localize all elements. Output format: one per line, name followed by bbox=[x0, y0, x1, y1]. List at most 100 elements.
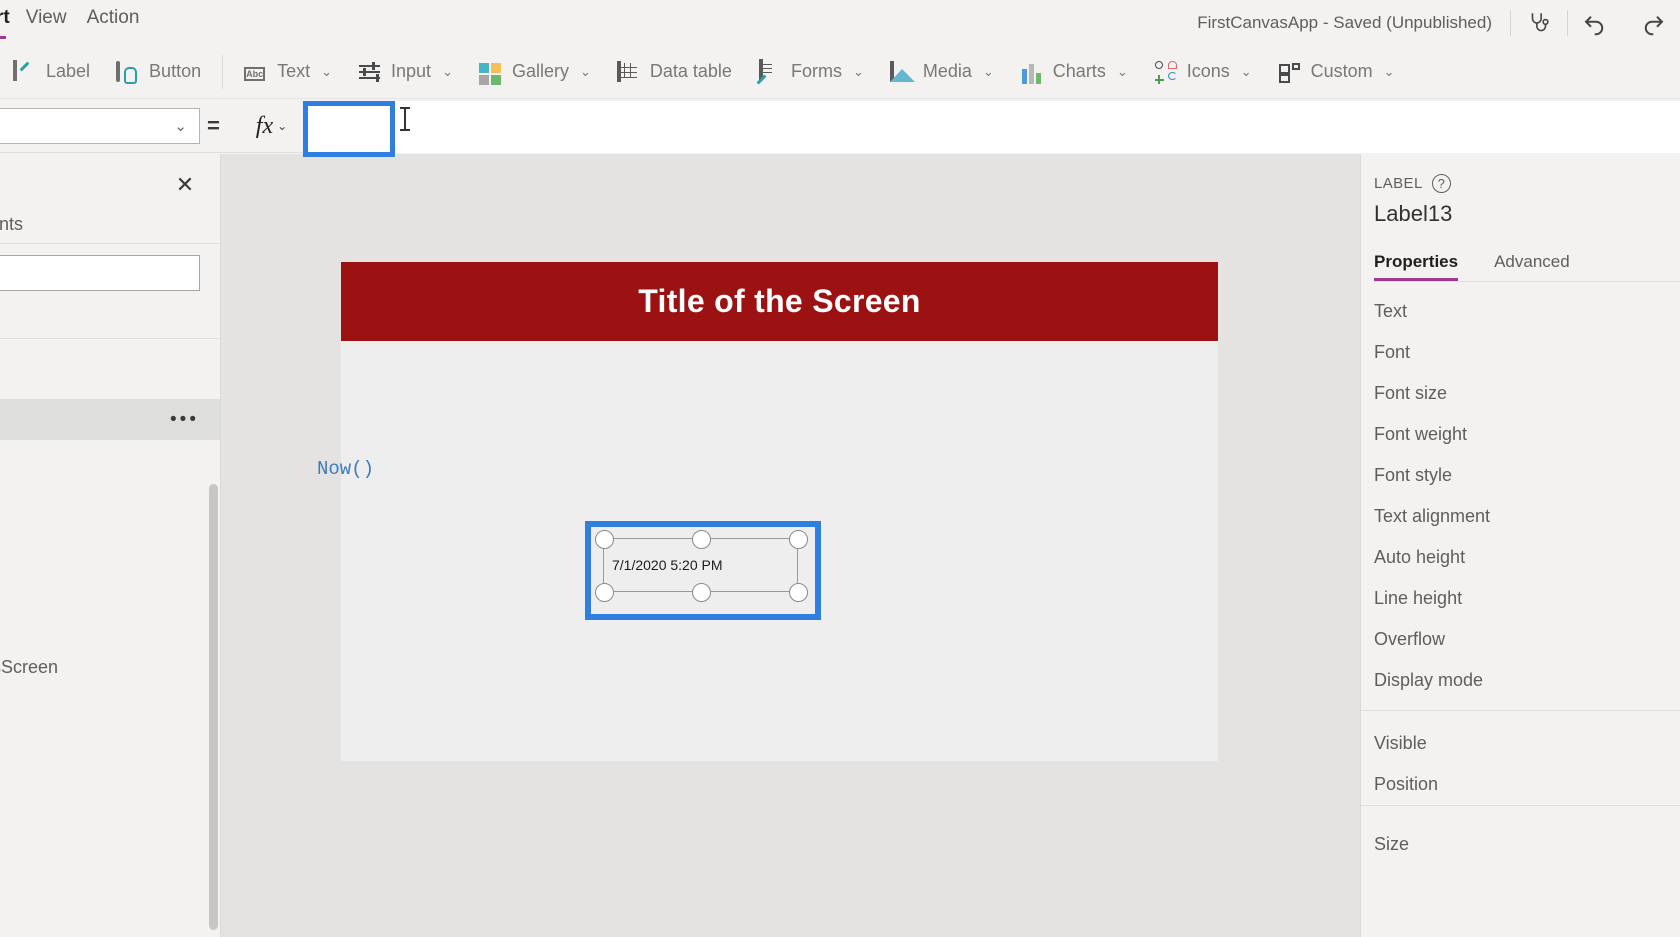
titlebar-right-group: FirstCanvasApp - Saved (Unpublished) bbox=[1197, 0, 1680, 45]
ribbon-item-charts[interactable]: Charts ⌄ bbox=[1007, 45, 1141, 99]
chevron-down-icon: ⌄ bbox=[442, 63, 453, 79]
menu-tab-action-label: Action bbox=[86, 6, 140, 28]
tree-item-7[interactable]: _2 bbox=[0, 811, 220, 852]
tree-view-scrollbar[interactable] bbox=[209, 484, 218, 930]
tab-properties-label: Properties bbox=[1374, 252, 1459, 271]
search-input[interactable] bbox=[0, 255, 200, 291]
custom-icon bbox=[1278, 60, 1302, 84]
chevron-down-icon: ⌄ bbox=[174, 118, 187, 135]
property-row-auto-height[interactable]: Auto height bbox=[1374, 547, 1465, 568]
menu-tab-action[interactable]: Action bbox=[87, 0, 160, 45]
menu-tab-view[interactable]: View bbox=[26, 0, 87, 45]
ribbon-item-media[interactable]: Media ⌄ bbox=[877, 45, 1007, 99]
canvas-area[interactable]: Title of the Screen 7/1/2020 5:20 PM bbox=[221, 154, 1360, 937]
chevron-down-icon: ⌄ bbox=[1116, 63, 1128, 79]
text-icon-glyph: Abc bbox=[244, 66, 266, 81]
property-row-line-height[interactable]: Line height bbox=[1374, 588, 1462, 609]
property-row-font[interactable]: Font bbox=[1374, 342, 1410, 363]
property-row-text[interactable]: Text bbox=[1374, 301, 1407, 322]
resize-handle-top-right[interactable] bbox=[789, 530, 808, 549]
screen-title-text: Title of the Screen bbox=[638, 283, 921, 319]
property-row-font-weight[interactable]: Font weight bbox=[1374, 424, 1467, 445]
property-row-size[interactable]: Size bbox=[1374, 834, 1409, 855]
property-row-font-style[interactable]: Font style bbox=[1374, 465, 1452, 486]
insert-ribbon: Label Button Abc Text ⌄ Input ⌄ Gallery … bbox=[0, 45, 1680, 99]
property-row-overflow[interactable]: Overflow bbox=[1374, 629, 1445, 650]
resize-handle-bottom-center[interactable] bbox=[692, 583, 711, 602]
ribbon-item-text[interactable]: Abc Text ⌄ bbox=[231, 45, 345, 99]
ribbon-item-media-text: Media bbox=[922, 61, 972, 81]
resize-handle-bottom-right[interactable] bbox=[789, 583, 808, 602]
tree-item-0[interactable]: en bbox=[0, 358, 220, 399]
resize-handle-top-center[interactable] bbox=[692, 530, 711, 549]
chevron-down-icon: ⌄ bbox=[321, 63, 333, 79]
control-name: Label13 bbox=[1374, 201, 1453, 226]
app-title: FirstCanvasApp - Saved (Unpublished) bbox=[1197, 12, 1492, 32]
selected-label-control[interactable]: 7/1/2020 5:20 PM bbox=[595, 530, 808, 602]
tree-item-2[interactable]: le1 bbox=[0, 482, 220, 523]
chevron-down-icon: ⌄ bbox=[277, 119, 288, 133]
app-screen[interactable]: Title of the Screen 7/1/2020 5:20 PM bbox=[341, 262, 1218, 761]
ribbon-divider bbox=[222, 54, 224, 89]
gallery-icon bbox=[478, 60, 503, 85]
ribbon-item-icons-text: Icons bbox=[1186, 61, 1230, 81]
tab-advanced-label: Advanced bbox=[1494, 252, 1570, 271]
tree-item-1-selected[interactable]: ••• bbox=[0, 399, 220, 440]
chevron-down-icon: ⌄ bbox=[1383, 63, 1395, 79]
ribbon-item-data-table[interactable]: Data table bbox=[604, 45, 745, 99]
charts-icon bbox=[1020, 60, 1044, 84]
tree-view-divider-top bbox=[0, 243, 220, 244]
resize-handle-top-left[interactable] bbox=[595, 530, 614, 549]
chevron-down-icon: ⌄ bbox=[982, 63, 994, 79]
ribbon-item-data-table-text: Data table bbox=[649, 61, 732, 81]
ribbon-item-forms-text: Forms bbox=[790, 61, 842, 81]
data-table-icon bbox=[616, 60, 641, 84]
input-icon bbox=[358, 60, 382, 84]
ribbon-item-button-text: Button bbox=[149, 61, 202, 81]
ribbon-item-forms[interactable]: Forms ⌄ bbox=[745, 45, 877, 99]
tab-advanced[interactable]: Advanced bbox=[1494, 252, 1570, 281]
property-row-visible[interactable]: Visible bbox=[1374, 733, 1427, 754]
selected-label-value: 7/1/2020 5:20 PM bbox=[612, 557, 723, 573]
fx-button[interactable]: fx ⌄ bbox=[240, 108, 303, 144]
ribbon-item-gallery[interactable]: Gallery ⌄ bbox=[466, 45, 604, 99]
property-row-font-size[interactable]: Font size bbox=[1374, 383, 1447, 404]
close-icon[interactable]: ✕ bbox=[172, 172, 198, 198]
tree-item-label: ersScreen bbox=[0, 657, 59, 677]
tree-item-4[interactable]: n bbox=[0, 606, 220, 647]
redo-icon[interactable] bbox=[1624, 0, 1680, 45]
resize-handle-bottom-left[interactable] bbox=[595, 583, 614, 602]
properties-panel: LABEL ? Label13 Properties Advanced Text… bbox=[1360, 154, 1680, 937]
chevron-down-icon: ⌄ bbox=[1240, 63, 1252, 79]
more-options-icon[interactable]: ••• bbox=[170, 409, 199, 431]
property-row-position[interactable]: Position bbox=[1374, 774, 1438, 795]
ribbon-item-button[interactable]: Button bbox=[103, 45, 214, 99]
undo-icon[interactable] bbox=[1568, 0, 1624, 45]
formula-input[interactable] bbox=[303, 101, 1680, 153]
properties-divider-2 bbox=[1361, 805, 1680, 806]
fx-icon: fx bbox=[255, 112, 274, 139]
menu-tab-list: rt View Action bbox=[0, 0, 159, 45]
text-icon: Abc bbox=[244, 60, 268, 84]
label-icon bbox=[13, 59, 37, 84]
tree-view-divider-list bbox=[0, 338, 220, 339]
forms-icon bbox=[758, 58, 782, 84]
screen-title-banner[interactable]: Title of the Screen bbox=[341, 262, 1218, 341]
top-menu-bar: rt View Action FirstCanvasApp - Saved (U… bbox=[0, 0, 1680, 45]
tree-item-3[interactable]: n bbox=[0, 523, 220, 564]
ribbon-item-icons[interactable]: Icons ⌄ bbox=[1141, 45, 1265, 99]
help-icon[interactable]: ? bbox=[1431, 174, 1451, 193]
tree-item-5[interactable]: ersScreen bbox=[0, 647, 220, 688]
app-checker-icon[interactable] bbox=[1511, 0, 1567, 45]
ribbon-item-label-text: Label bbox=[46, 61, 91, 81]
tab-properties[interactable]: Properties bbox=[1374, 252, 1459, 281]
menu-tab-insert[interactable]: rt bbox=[0, 0, 26, 45]
ribbon-item-custom[interactable]: Custom ⌄ bbox=[1265, 45, 1408, 99]
icons-icon bbox=[1154, 60, 1178, 84]
property-row-display-mode[interactable]: Display mode bbox=[1374, 670, 1483, 691]
property-dropdown[interactable]: ⌄ bbox=[0, 108, 200, 144]
ribbon-item-label[interactable]: Label bbox=[0, 45, 103, 99]
ribbon-item-input[interactable]: Input ⌄ bbox=[345, 45, 466, 99]
tree-item-6[interactable]: n bbox=[0, 688, 220, 729]
property-row-text-alignment[interactable]: Text alignment bbox=[1374, 506, 1490, 527]
